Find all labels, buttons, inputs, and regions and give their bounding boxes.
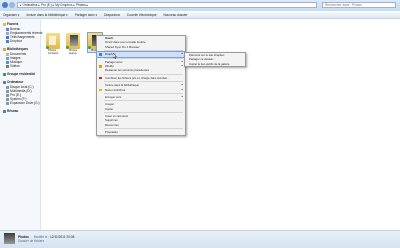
details-type: Dossier de fichiers bbox=[18, 239, 45, 243]
menu-item-dropbox[interactable]: Dropbox ▸ bbox=[96, 51, 186, 58]
organize-button[interactable]: Organiser ▾ bbox=[3, 13, 19, 17]
menu-item-rename[interactable]: Renommer bbox=[97, 123, 185, 127]
menu-separator bbox=[104, 92, 183, 94]
winzip-icon bbox=[99, 64, 102, 68]
menu-item-acrobat-combine[interactable]: Combiner les fichiers pris en charge dan… bbox=[97, 76, 185, 80]
sync-check-icon bbox=[46, 46, 49, 49]
new-folder-button[interactable]: Nouveau dossier bbox=[163, 13, 187, 17]
videos-icon bbox=[6, 64, 9, 68]
selected-folder-thumbnail bbox=[4, 233, 15, 244]
menu-item-restore-versions[interactable]: Restaurer les versions précédentes bbox=[97, 68, 185, 72]
menu-separator bbox=[104, 128, 183, 130]
search-input[interactable]: Rechercher dans : Photos bbox=[322, 2, 396, 8]
details-pane bbox=[0, 230, 400, 248]
menu-separator bbox=[104, 73, 183, 75]
submenu-arrow-icon: ▸ bbox=[181, 52, 183, 56]
details-modified: 12/11/2011 20:08 bbox=[50, 235, 75, 239]
menu-separator bbox=[104, 81, 183, 83]
command-bar: Organiser ▾ Inclure dans la bibliothèque… bbox=[0, 12, 400, 19]
menu-item-properties[interactable]: Propriétés bbox=[97, 130, 185, 134]
sync-check-icon bbox=[88, 46, 91, 49]
homegroup-icon bbox=[3, 72, 6, 76]
folder-icon bbox=[66, 33, 80, 49]
submenu-item-copy-gallery-link[interactable]: Copier le lien public de la galerie bbox=[185, 62, 245, 66]
sidebar-item-drive-g[interactable]: Expansion Drive (G:) bbox=[6, 101, 40, 105]
library-icon bbox=[3, 47, 6, 51]
file-item[interactable]: Photos - Contacts bbox=[46, 33, 60, 55]
forward-button[interactable] bbox=[9, 2, 15, 8]
star-icon bbox=[3, 22, 6, 26]
submenu-arrow-icon: ▸ bbox=[181, 94, 183, 98]
dropbox-icon bbox=[99, 53, 102, 56]
include-in-library-button[interactable]: Inclure dans la bibliothèque ▾ bbox=[26, 13, 67, 17]
menu-separator bbox=[104, 100, 183, 102]
navigation-pane: Favoris Bureau Emplacements récents Télé… bbox=[0, 20, 42, 230]
favorites-header[interactable]: Favoris bbox=[3, 22, 18, 26]
menu-item-copy[interactable]: Copier bbox=[97, 107, 185, 111]
back-button[interactable] bbox=[2, 2, 8, 8]
norton-icon bbox=[99, 88, 102, 92]
share-with-button[interactable]: Partager avec ▾ bbox=[75, 13, 97, 17]
network-icon bbox=[3, 109, 6, 113]
computer-header[interactable]: Ordinateur bbox=[3, 80, 23, 84]
email-button[interactable]: Courrier électronique bbox=[127, 13, 157, 17]
acrobat-icon bbox=[99, 76, 102, 80]
libraries-header[interactable]: Bibliothèques bbox=[3, 47, 28, 51]
menu-item-shared-sync[interactable]: Shared Sync Pro 1 Browser bbox=[97, 45, 185, 49]
menu-separator bbox=[104, 50, 183, 52]
address-path: ▸ Ordinateur ▸ Pro (E:) ▸ My Dropbox ▸ P… bbox=[20, 3, 89, 7]
sidebar-item-videos[interactable]: Vidéos bbox=[6, 64, 20, 68]
folder-icon bbox=[46, 33, 60, 49]
file-name: Photos - Contacts bbox=[47, 49, 59, 55]
search-placeholder: Rechercher dans : Photos bbox=[325, 3, 362, 7]
sidebar-item-homegroup[interactable]: Groupe résidentiel bbox=[3, 72, 35, 76]
menu-item-norton[interactable]: Norton AntiVirus ▸ bbox=[97, 88, 185, 92]
menu-item-send-to[interactable]: Envoyer vers ▸ bbox=[97, 95, 185, 99]
sidebar-item-network[interactable]: Réseau bbox=[3, 109, 18, 113]
context-menu: Ouvrir Ouvrir dans une nouvelle fenêtre … bbox=[96, 35, 186, 136]
mouse-cursor-icon bbox=[113, 53, 117, 59]
dropbox-submenu: Parcourir sur le site Dropbox Partager c… bbox=[184, 52, 246, 68]
file-item[interactable]: Photos aperçu bbox=[66, 33, 80, 55]
submenu-arrow-icon: ▸ bbox=[181, 87, 183, 91]
sync-check-icon bbox=[66, 46, 69, 49]
dropbox-icon bbox=[6, 39, 9, 43]
address-bar[interactable]: ▸ Ordinateur ▸ Pro (E:) ▸ My Dropbox ▸ P… bbox=[17, 2, 317, 8]
file-name: Photos aperçu bbox=[68, 49, 78, 55]
menu-separator bbox=[104, 112, 183, 114]
drive-icon bbox=[6, 101, 9, 105]
sidebar-item-dropbox[interactable]: Dropbox bbox=[6, 39, 22, 43]
computer-icon bbox=[3, 80, 6, 84]
slideshow-button[interactable]: Diaporama bbox=[104, 13, 120, 17]
